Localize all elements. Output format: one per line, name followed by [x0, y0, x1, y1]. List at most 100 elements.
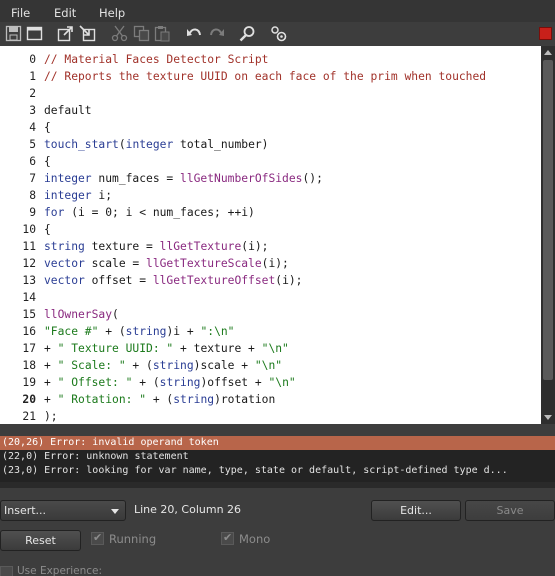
code-text: )offset +: [200, 376, 269, 389]
error-item[interactable]: (23,0) Error: looking for var name, type…: [0, 464, 555, 478]
line-number: 12: [22, 257, 36, 270]
menu-edit[interactable]: Edit: [54, 6, 76, 20]
code-text: + " Scale: " + (string)scale + "\n": [44, 357, 282, 374]
edit-button[interactable]: Edit...: [371, 500, 461, 521]
line-number: 6: [29, 155, 36, 168]
settings-icon[interactable]: [270, 25, 287, 42]
code-line[interactable]: 14: [0, 289, 541, 306]
code-text: + texture +: [173, 342, 262, 355]
line-number: 7: [29, 172, 36, 185]
line-number: 8: [29, 189, 36, 202]
cursor-position-status: Line 20, Column 26: [134, 503, 242, 516]
line-number: 4: [29, 121, 36, 134]
code-text: )scale +: [193, 359, 255, 372]
paste-icon[interactable]: [153, 25, 170, 42]
code-line[interactable]: 10 {: [0, 221, 541, 238]
code-line[interactable]: 18 + " Scale: " + (string)scale + "\n": [0, 357, 541, 374]
redo-icon[interactable]: [208, 25, 225, 42]
editor-vertical-scrollbar[interactable]: [541, 46, 555, 424]
line-number: 19: [22, 376, 36, 389]
scroll-up-arrow-icon[interactable]: [544, 50, 552, 55]
code-text: vector offset = llGetTextureOffset(i);: [44, 272, 302, 289]
code-line[interactable]: 3 default: [0, 102, 541, 119]
code-line[interactable]: 0 // Material Faces Detector Script: [0, 51, 541, 68]
code-comment: // Reports the texture UUID on each face…: [44, 70, 487, 83]
scroll-thumb[interactable]: [543, 60, 553, 380]
code-function: llGetNumberOfSides: [180, 172, 303, 185]
line-number: 9: [29, 206, 36, 219]
cut-icon[interactable]: [111, 25, 128, 42]
new-window-icon[interactable]: [26, 25, 43, 42]
code-line[interactable]: 21);: [0, 408, 541, 424]
line-number: 3: [29, 104, 36, 117]
script-editor[interactable]: 0 // Material Faces Detector Script 1 // Re…: [0, 46, 541, 424]
code-text: (i);: [261, 257, 289, 270]
code-line[interactable]: 5 touch_start(integer total_number): [0, 136, 541, 153]
code-line[interactable]: 8 integer i;: [0, 187, 541, 204]
code-line[interactable]: 2: [0, 85, 541, 102]
code-text: texture =: [84, 240, 160, 253]
menu-file[interactable]: File: [11, 6, 30, 20]
mono-checkbox-box[interactable]: ✔: [221, 531, 234, 545]
code-text: default: [44, 102, 92, 119]
reset-button[interactable]: Reset: [0, 530, 81, 551]
code-line[interactable]: 11 string texture = llGetTexture(i);: [0, 238, 541, 255]
error-list-horizontal-scrollbar[interactable]: [0, 482, 555, 488]
code-text: vector scale = llGetTextureScale(i);: [44, 255, 289, 272]
code-text: i;: [91, 189, 113, 202]
save-icon[interactable]: [5, 25, 22, 42]
menu-bar: File Edit Help: [0, 0, 555, 22]
code-text: + (: [98, 325, 126, 338]
code-keyword: integer: [44, 172, 92, 185]
code-string: "\n": [268, 376, 296, 389]
save-button[interactable]: Save: [465, 500, 555, 521]
line-number: 5: [29, 138, 36, 151]
checkmark-icon: ✔: [93, 531, 103, 544]
code-comment: // Material Faces Detector Script: [44, 53, 269, 66]
code-text: + (: [132, 376, 160, 389]
code-line[interactable]: 6{: [0, 153, 541, 170]
code-keyword: string: [152, 359, 194, 372]
code-line[interactable]: 20 + " Rotation: " + (string)rotation: [0, 391, 541, 408]
code-line[interactable]: 17 + " Texture UUID: " + texture + "\n": [0, 340, 541, 357]
search-icon[interactable]: [239, 25, 256, 42]
menu-help[interactable]: Help: [99, 6, 125, 20]
insert-dropdown[interactable]: Insert...: [0, 500, 126, 521]
scroll-down-arrow-icon[interactable]: [544, 415, 552, 420]
code-keyword: vector: [44, 274, 85, 287]
code-text: for (i = 0; i < num_faces; ++i): [44, 204, 255, 221]
code-keyword: string: [173, 393, 215, 406]
code-line[interactable]: 1 // Reports the texture UUID on each fac…: [0, 68, 541, 85]
copy-icon[interactable]: [133, 25, 150, 42]
code-line[interactable]: 12 vector scale = llGetTextureScale(i);: [0, 255, 541, 272]
use-experience-checkbox-box[interactable]: [0, 566, 13, 576]
code-text: integer num_faces = llGetNumberOfSides()…: [44, 170, 323, 187]
code-line[interactable]: 16 "Face #" + (string)i + ":\n": [0, 323, 541, 340]
code-line[interactable]: 7 integer num_faces = llGetNumberOfSides(…: [0, 170, 541, 187]
export-icon[interactable]: [57, 25, 74, 42]
running-checkbox-box[interactable]: ✔: [91, 531, 104, 545]
code-line[interactable]: 15 llOwnerSay(: [0, 306, 541, 323]
code-text: llOwnerSay(: [44, 306, 119, 323]
code-text: )rotation: [214, 393, 276, 406]
code-keyword: string: [159, 376, 201, 389]
code-string: " Offset: ": [57, 376, 133, 389]
code-text: {: [44, 119, 51, 136]
code-text: default: [44, 104, 92, 117]
code-line[interactable]: 4{: [0, 119, 541, 136]
error-list[interactable]: (20,26) Error: invalid operand token (22…: [0, 436, 555, 482]
import-icon[interactable]: [79, 25, 96, 42]
code-text: scale =: [84, 257, 147, 270]
code-line[interactable]: 19 + " Offset: " + (string)offset + "\n": [0, 374, 541, 391]
code-line[interactable]: 13 vector offset = llGetTextureOffset(i);: [0, 272, 541, 289]
undo-icon[interactable]: [186, 25, 203, 42]
code-string: " Texture UUID: ": [57, 342, 174, 355]
error-item[interactable]: (20,26) Error: invalid operand token: [0, 436, 555, 450]
code-string: ":\n": [200, 325, 235, 338]
code-text: + (: [125, 359, 153, 372]
checkmark-icon: ✔: [223, 531, 233, 544]
line-number: 17: [22, 342, 36, 355]
code-line[interactable]: 9 for (i = 0; i < num_faces; ++i): [0, 204, 541, 221]
code-text: // Material Faces Detector Script: [44, 51, 268, 68]
error-item[interactable]: (22,0) Error: unknown statement: [0, 450, 555, 464]
